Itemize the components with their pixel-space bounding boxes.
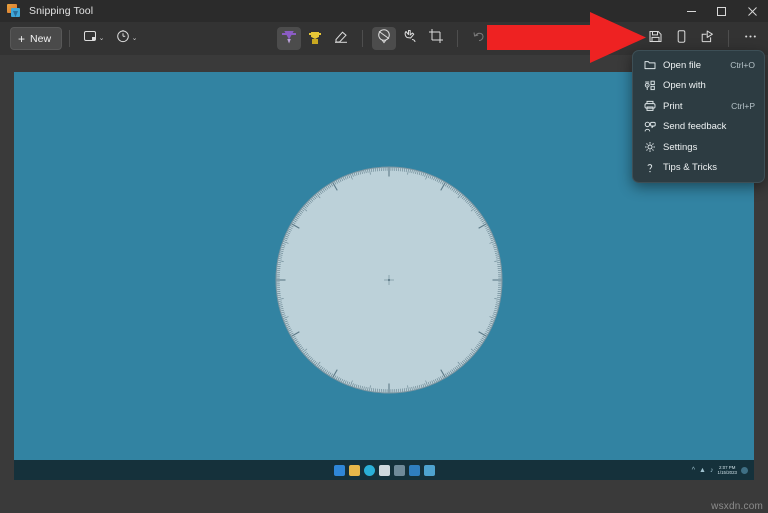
toolbar-separator-3: [457, 30, 458, 47]
eraser-tool[interactable]: [329, 27, 353, 50]
menu-label: Settings: [663, 142, 755, 153]
close-icon[interactable]: [736, 0, 768, 22]
snipping-tool-window: Snipping Tool + New: [0, 0, 768, 513]
delay-dropdown[interactable]: ⌄: [110, 27, 143, 50]
annotation-tools: [277, 27, 517, 50]
menu-label: Print: [663, 101, 731, 112]
ruler-tool[interactable]: [372, 27, 396, 50]
ballpoint-pen-tool[interactable]: [277, 27, 301, 50]
crop-icon: [428, 28, 444, 49]
snipping-tool-icon: [424, 465, 435, 476]
settings-icon: [394, 465, 405, 476]
copy-icon: [674, 29, 689, 49]
window-controls: [676, 0, 768, 22]
taskbar-clock: 2:07 PM 1/15/2023: [717, 465, 737, 476]
chevron-down-icon: ⌄: [132, 35, 138, 42]
highlighter-tool[interactable]: [303, 27, 327, 50]
zoom-button[interactable]: [617, 27, 641, 50]
menu-item-open-file[interactable]: Open file Ctrl+O: [636, 55, 761, 76]
watermark: wsxdn.com: [711, 501, 763, 512]
redo-button[interactable]: [493, 27, 517, 50]
edge-icon: [364, 465, 375, 476]
plus-icon: +: [18, 33, 25, 45]
store-icon: [409, 465, 420, 476]
pen-icon: [282, 31, 296, 47]
menu-label: Open file: [663, 60, 730, 71]
toolbar-separator-1: [69, 30, 70, 47]
new-button[interactable]: + New: [10, 27, 62, 50]
eraser-icon: [333, 28, 349, 49]
chevron-up-icon: ^: [692, 467, 695, 474]
see-more-menu: Open file Ctrl+O Open with: [632, 50, 765, 183]
file-explorer-icon: [349, 465, 360, 476]
feedback-icon: [643, 120, 656, 133]
menu-accelerator: Ctrl+O: [730, 60, 755, 70]
maximize-icon[interactable]: [706, 0, 736, 22]
captured-taskbar: ^ ▲ ♪ 2:07 PM 1/15/2023: [14, 460, 754, 480]
share-icon: [700, 29, 715, 49]
open-with-icon: [643, 79, 656, 92]
snip-mode-dropdown[interactable]: ⌄: [77, 27, 110, 50]
magnifier-plus-icon: [622, 29, 637, 49]
chevron-down-icon: ⌄: [99, 35, 105, 42]
toolbar-separator-4: [728, 30, 729, 47]
question-mark-icon: [643, 161, 656, 174]
menu-item-open-with[interactable]: Open with: [636, 76, 761, 97]
redo-icon: [497, 28, 513, 49]
menu-label: Open with: [663, 80, 755, 91]
menu-item-send-feedback[interactable]: Send feedback: [636, 117, 761, 138]
timer-clock-icon: [116, 29, 130, 48]
gear-icon: [643, 141, 656, 154]
undo-icon: [471, 28, 487, 49]
taskbar-icons: [334, 465, 435, 476]
new-button-label: New: [30, 33, 51, 45]
toolbar-right-actions: [617, 27, 762, 50]
volume-icon: ♪: [710, 467, 714, 474]
share-button[interactable]: [695, 27, 719, 50]
save-button[interactable]: [643, 27, 667, 50]
floppy-disk-icon: [648, 29, 663, 49]
ellipsis-icon: [743, 29, 758, 49]
printer-icon: [643, 100, 656, 113]
menu-item-settings[interactable]: Settings: [636, 137, 761, 158]
highlighter-icon: [309, 31, 321, 46]
captured-desktop-edge: [14, 480, 754, 497]
network-icon: ▲: [699, 467, 706, 474]
copy-button[interactable]: [669, 27, 693, 50]
see-more-button[interactable]: [738, 27, 762, 50]
title-bar: Snipping Tool: [0, 0, 768, 22]
start-icon: [334, 465, 345, 476]
toolbar-separator-2: [362, 30, 363, 47]
menu-label: Tips & Tricks: [663, 162, 755, 173]
image-crop-tool[interactable]: [424, 27, 448, 50]
rectangle-snip-icon: [83, 29, 97, 48]
system-tray: ^ ▲ ♪ 2:07 PM 1/15/2023: [692, 465, 748, 476]
snipping-tool-icon: [7, 4, 21, 18]
minimize-icon[interactable]: [676, 0, 706, 22]
ruler-protractor-icon: [376, 28, 392, 49]
menu-accelerator: Ctrl+P: [731, 101, 755, 111]
undo-button[interactable]: [467, 27, 491, 50]
menu-item-print[interactable]: Print Ctrl+P: [636, 96, 761, 117]
touch-writing-tool[interactable]: [398, 27, 422, 50]
window-title: Snipping Tool: [29, 5, 93, 17]
notification-icon: [741, 467, 748, 474]
menu-label: Send feedback: [663, 121, 755, 132]
protractor-dial-image: [269, 160, 509, 400]
widgets-icon: [379, 465, 390, 476]
folder-open-icon: [643, 59, 656, 72]
touch-writing-icon: [402, 28, 418, 49]
menu-item-tips-and-tricks[interactable]: Tips & Tricks: [636, 158, 761, 179]
